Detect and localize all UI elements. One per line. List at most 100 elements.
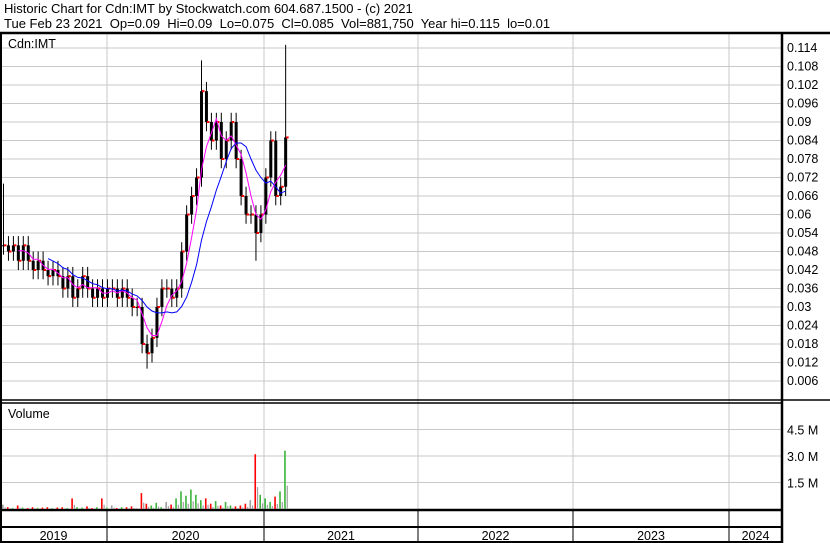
volume-bar <box>190 489 192 509</box>
price-tick-label: 0.006 <box>787 374 818 388</box>
volume-bar <box>162 508 165 509</box>
price-close-tick <box>182 250 185 253</box>
volume-bar <box>222 507 224 509</box>
volume-bar <box>11 508 14 509</box>
volume-bar <box>31 507 34 509</box>
volume-bar <box>242 507 244 509</box>
price-bar-body <box>160 288 164 307</box>
price-close-tick <box>246 213 250 216</box>
price-tick-label: 0.072 <box>787 171 818 185</box>
volume-bar <box>108 508 110 509</box>
volume-bar <box>259 494 261 509</box>
price-tick-label: 0.06 <box>787 208 811 222</box>
volume-bar <box>24 508 26 509</box>
price-close-tick <box>78 287 81 290</box>
volume-bar <box>103 504 105 509</box>
price-tick-label: 0.102 <box>787 78 818 92</box>
volume-bar <box>101 498 103 509</box>
price-tick-label: 0.108 <box>787 60 818 74</box>
symbol-label: Cdn:IMT <box>8 37 56 51</box>
volume-bar <box>155 502 158 509</box>
volume-bar <box>78 508 80 509</box>
volume-bar <box>209 503 212 509</box>
price-close-tick <box>122 287 126 290</box>
price-tick-label: 0.042 <box>787 263 818 277</box>
volume-bar <box>180 491 182 509</box>
price-bar-body <box>244 196 248 215</box>
price-close-tick <box>127 296 131 299</box>
volume-bars <box>2 450 288 509</box>
volume-bar <box>271 506 273 509</box>
volume-bar <box>274 496 276 509</box>
price-close-tick <box>256 232 259 234</box>
price-bar-body <box>71 276 75 298</box>
volume-bar <box>61 507 63 509</box>
volume-bar <box>256 487 259 509</box>
volume-bar <box>115 508 118 509</box>
price-bar-body <box>150 337 154 354</box>
volume-bar <box>269 501 271 509</box>
volume-bar <box>150 505 153 509</box>
volume-bar <box>49 508 51 509</box>
year-label: 2024 <box>742 529 770 543</box>
price-close-tick <box>281 185 284 188</box>
volume-bar <box>91 508 93 509</box>
price-bar-body <box>91 288 95 298</box>
price-close-tick <box>221 158 225 160</box>
price-close-tick <box>93 296 96 299</box>
price-bar-body <box>239 159 243 196</box>
price-close-tick <box>103 296 106 299</box>
price-bar-body <box>36 260 40 270</box>
price-tick-label: 0.012 <box>787 356 818 370</box>
volume-bar <box>197 503 199 509</box>
volume-bar <box>128 508 130 509</box>
price-close-tick <box>147 352 151 355</box>
volume-bar <box>6 507 9 509</box>
volume-bar <box>254 454 257 509</box>
volume-bar <box>96 507 98 509</box>
price-close-tick <box>63 287 66 290</box>
volume-bar <box>175 498 177 509</box>
price-bar-body <box>284 137 288 187</box>
year-label: 2023 <box>637 529 665 543</box>
moving-average-line <box>18 117 287 336</box>
volume-bar <box>113 507 115 509</box>
price-close-tick <box>167 287 170 290</box>
volume-label: Volume <box>8 407 50 421</box>
volume-bar <box>192 501 194 509</box>
volume-bar <box>110 505 113 509</box>
volume-bar <box>125 507 128 509</box>
volume-bar <box>261 503 264 509</box>
volume-bar <box>249 500 252 509</box>
volume-bar <box>71 498 73 509</box>
moving-averages <box>18 117 287 336</box>
price-close-tick <box>266 176 269 179</box>
volume-bar <box>232 507 234 509</box>
year-label: 2021 <box>327 529 355 543</box>
price-tick-label: 0.024 <box>787 319 818 333</box>
volume-bar <box>88 507 90 509</box>
volume-bar <box>9 508 11 509</box>
volume-bar <box>286 485 288 509</box>
volume-bar <box>36 507 39 509</box>
volume-bar <box>153 507 155 509</box>
volume-tick-label: 4.5 M <box>787 424 818 438</box>
price-close-tick <box>33 269 37 271</box>
price-bar-body <box>16 245 20 261</box>
price-close-tick <box>172 296 175 299</box>
price-close-tick <box>73 296 76 299</box>
volume-bar <box>86 506 88 509</box>
volume-bar <box>133 507 135 509</box>
volume-bar <box>165 501 167 509</box>
price-close-tick <box>157 306 160 308</box>
volume-bar <box>98 508 100 509</box>
volume-bar <box>212 506 214 509</box>
price-tick-label: 0.018 <box>787 337 818 351</box>
price-bar-body <box>145 344 149 354</box>
volume-bar <box>157 506 160 509</box>
volume-bar <box>170 504 172 509</box>
volume-bar <box>200 500 202 509</box>
price-close-tick <box>23 244 27 247</box>
volume-bar <box>185 495 187 509</box>
price-bar-body <box>269 140 273 178</box>
